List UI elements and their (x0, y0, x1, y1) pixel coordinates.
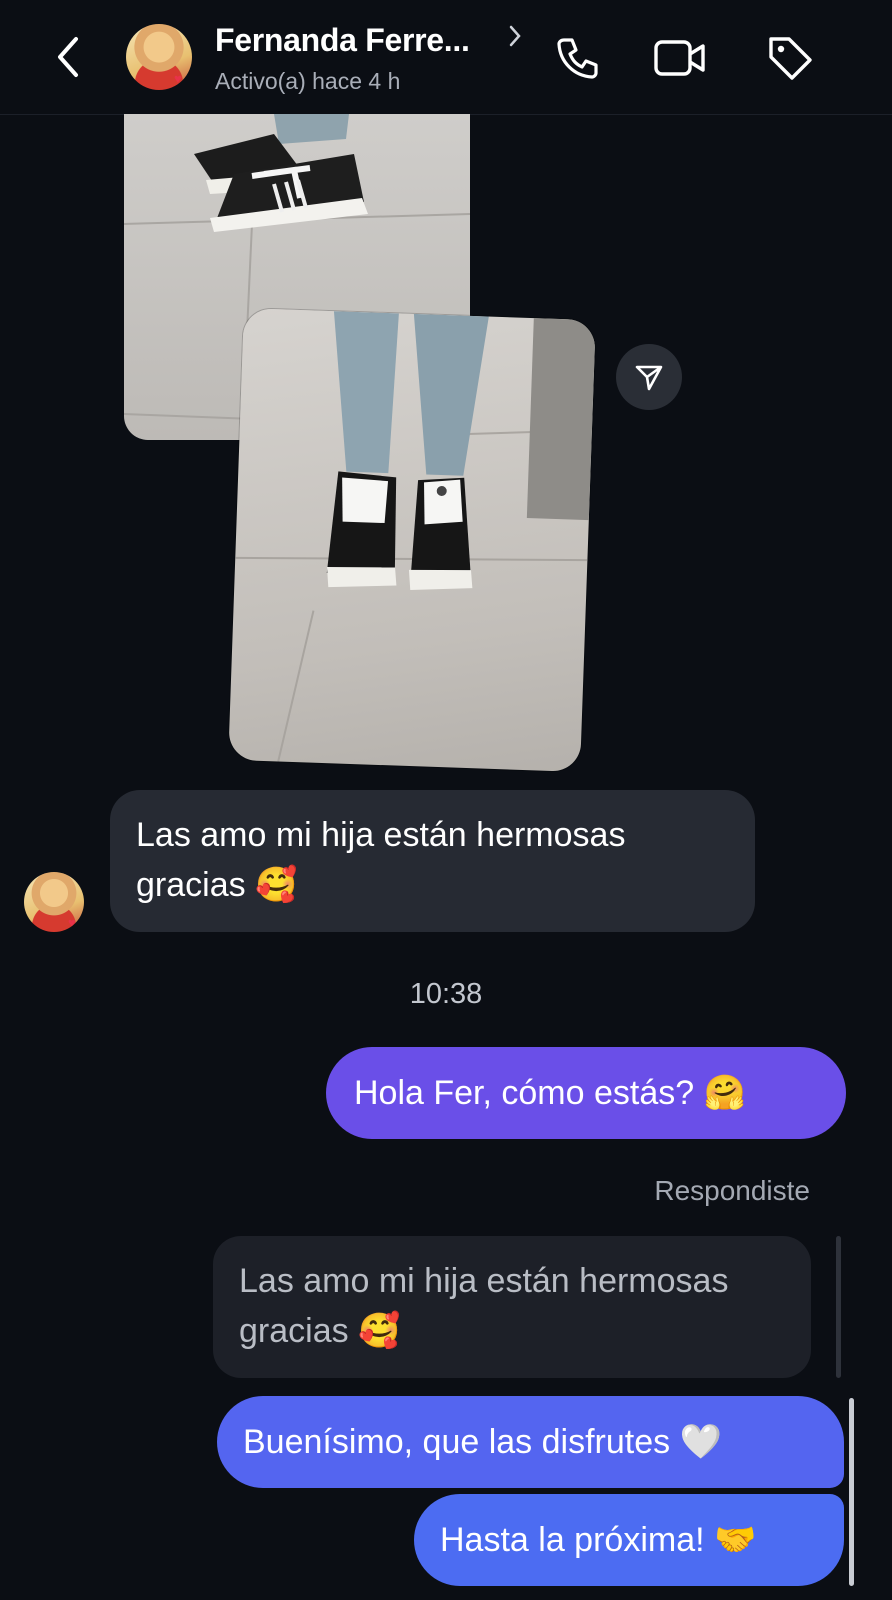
outgoing-message[interactable]: Hola Fer, cómo estás? 🤗 (326, 1047, 846, 1139)
smiling-hearts-emoji: 🥰 (255, 866, 298, 904)
call-button[interactable] (550, 30, 606, 86)
incoming-message-text: Las amo mi hija están hermosas gracias (136, 816, 626, 904)
tag-icon (769, 37, 812, 80)
quoted-message[interactable]: Las amo mi hija están hermosas gracias 🥰 (213, 1236, 811, 1378)
hugging-emoji: 🤗 (703, 1074, 746, 1112)
outgoing-message[interactable]: Hasta la próxima! 🤝 (414, 1494, 844, 1586)
white-heart-emoji: 🤍 (679, 1423, 722, 1461)
tag-button[interactable] (762, 30, 818, 86)
outgoing-message-text: Buenísimo, que las disfrutes (243, 1423, 671, 1461)
phone-icon (557, 38, 598, 79)
reply-thread-bar (849, 1398, 854, 1586)
timestamp: 10:38 (409, 978, 483, 1010)
chat-header: ♥ Fernanda Ferre... Activo(a) hace 4 h (0, 0, 892, 115)
sender-avatar[interactable]: ♥ (24, 872, 84, 932)
video-call-button[interactable] (652, 30, 708, 86)
share-button[interactable] (616, 344, 682, 410)
quote-bar (836, 1236, 841, 1378)
contact-status: Activo(a) hace 4 h (215, 68, 401, 94)
smiling-hearts-emoji: 🥰 (358, 1312, 401, 1350)
outgoing-message-text: Hola Fer, cómo estás? (354, 1074, 695, 1112)
outgoing-message[interactable]: Buenísimo, que las disfrutes 🤍 (217, 1396, 844, 1488)
back-button[interactable] (48, 32, 88, 82)
incoming-message[interactable]: Las amo mi hija están hermosas gracias 🥰 (110, 790, 755, 932)
chevron-left-icon (58, 37, 78, 77)
quoted-message-text: Las amo mi hija están hermosas gracias (239, 1262, 729, 1350)
contact-avatar[interactable]: ♥ (126, 24, 192, 90)
contact-name[interactable]: Fernanda Ferre... (215, 22, 470, 59)
handshake-emoji: 🤝 (714, 1521, 757, 1559)
outgoing-message-text: Hasta la próxima! (440, 1521, 705, 1559)
chevron-right-icon[interactable] (508, 24, 522, 55)
shared-photo-2[interactable] (228, 307, 596, 773)
replied-label: Respondiste (654, 1175, 810, 1206)
paper-plane-icon (635, 365, 663, 391)
video-camera-icon (654, 40, 705, 76)
